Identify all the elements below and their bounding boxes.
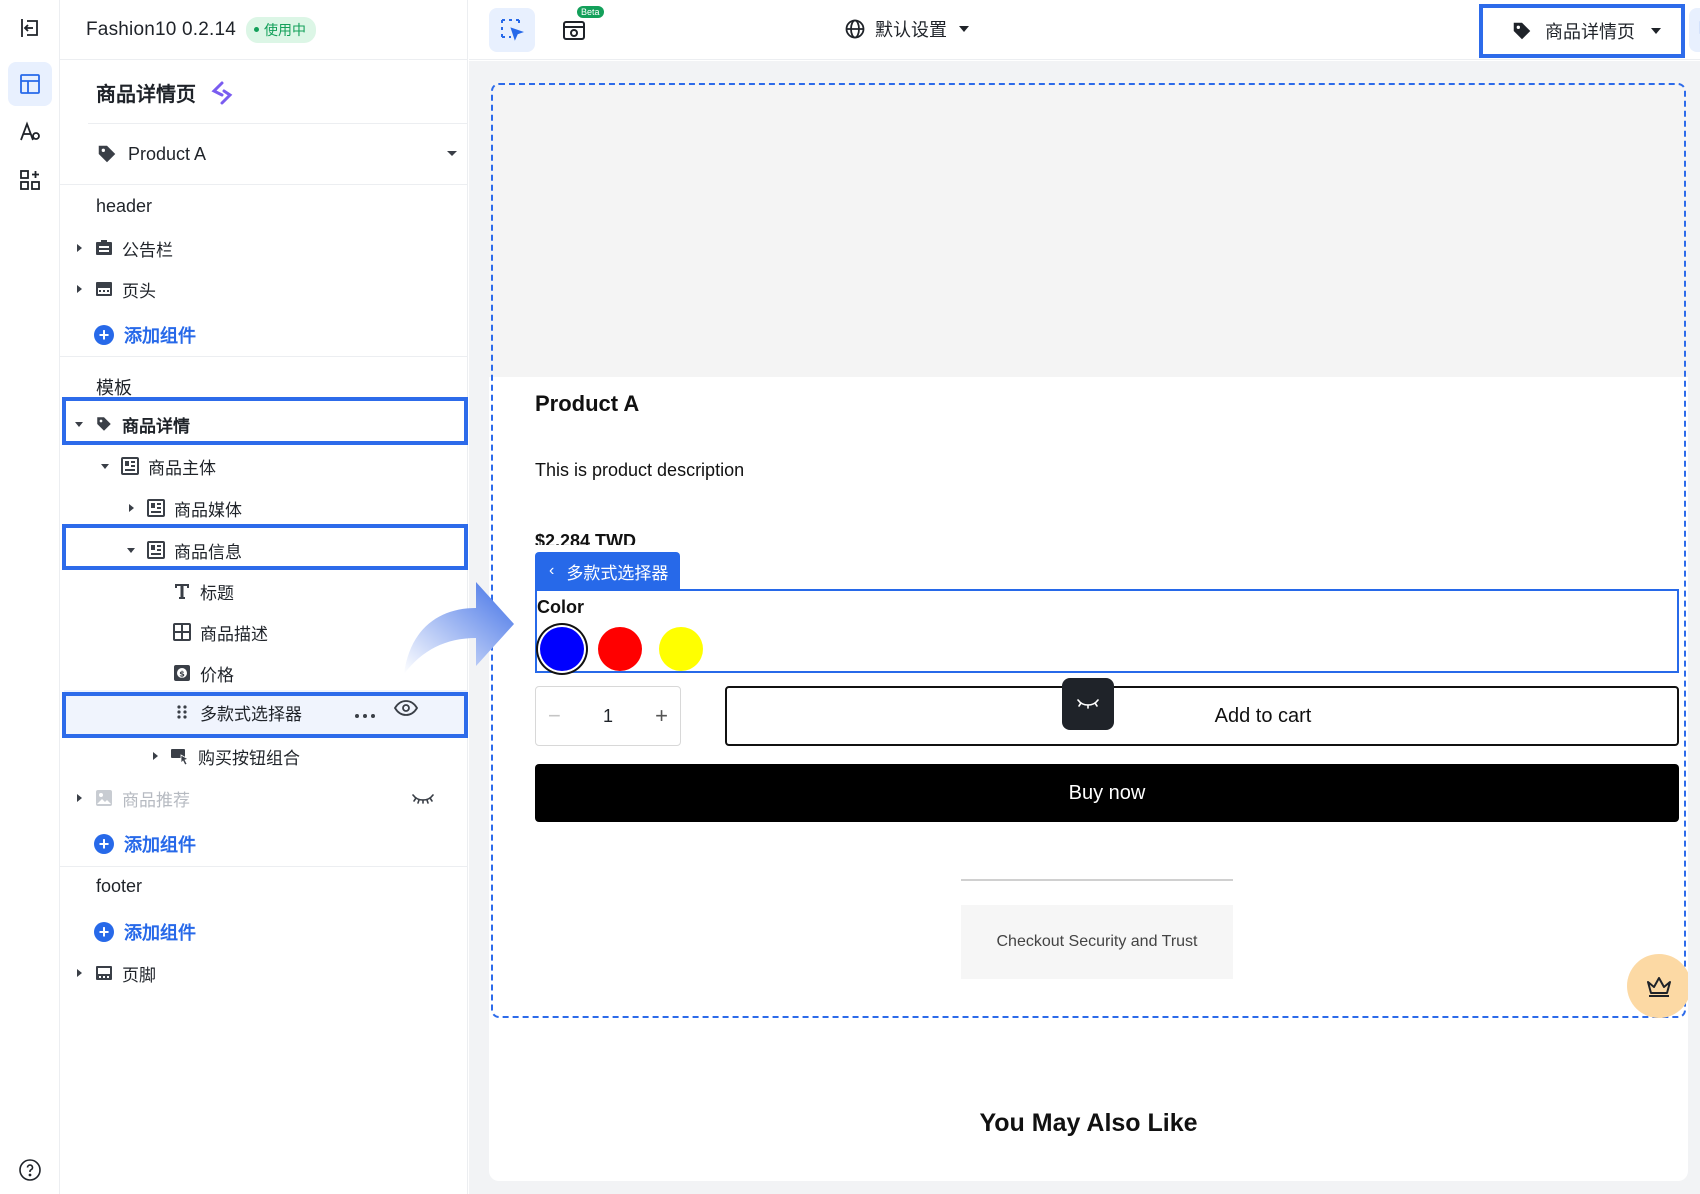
caret-down-icon (1651, 28, 1661, 34)
status-text: 使用中 (264, 21, 307, 38)
tree-item-product-main[interactable]: 商品主体 (98, 446, 216, 486)
tree-item-label: 公告栏 (122, 240, 173, 260)
footer-icon (94, 963, 114, 983)
tree-item-label: 商品描述 (200, 624, 268, 644)
theme-style-icon[interactable] (8, 110, 52, 154)
announcement-icon (94, 238, 114, 258)
exit-icon[interactable] (8, 6, 52, 50)
expand-icon[interactable] (72, 243, 86, 253)
caret-down-icon (447, 151, 457, 156)
svg-text:$: $ (179, 670, 185, 679)
expand-icon[interactable] (124, 503, 138, 513)
tree-item-product-media[interactable]: 商品媒体 (124, 488, 242, 528)
tree-item-label: 页头 (122, 281, 156, 301)
tree-item-description[interactable]: 商品描述 (164, 612, 268, 652)
add-component-label: 添加组件 (124, 835, 196, 855)
status-badge: 使用中 (246, 16, 317, 43)
image-icon (94, 788, 114, 808)
tree-item-label: 商品主体 (148, 458, 216, 478)
language-select[interactable]: 默认设置 (845, 16, 969, 42)
tree-item-title[interactable]: 标题 (164, 571, 234, 611)
tree-item-label: 页脚 (122, 965, 156, 985)
tree-item-label: 标题 (200, 583, 234, 603)
tree-item-label: 购买按钮组合 (198, 748, 300, 768)
preview-frame: Product A This is product description $2… (489, 81, 1688, 1181)
cursor-select-icon (501, 19, 524, 41)
header-icon (94, 279, 114, 299)
eye-closed-icon[interactable] (412, 790, 434, 810)
highlight-product-detail (62, 397, 468, 445)
annotation-arrow-icon (404, 582, 514, 674)
tree-item-label: 商品推荐 (122, 790, 190, 810)
app-name: Fashion10 0.2.14 (86, 18, 237, 40)
collapse-icon[interactable] (98, 463, 112, 470)
expand-icon[interactable] (72, 793, 86, 803)
expand-icon[interactable] (148, 751, 162, 761)
expand-icon[interactable] (72, 968, 86, 978)
caret-down-icon (959, 26, 969, 32)
highlight-product-info (62, 524, 468, 570)
tree-item-buy-buttons[interactable]: 购买按钮组合 (148, 736, 300, 776)
layout-icon (146, 498, 166, 518)
beta-badge: Beta (577, 6, 604, 18)
price-icon: $ (172, 663, 192, 683)
tree-item-announcement[interactable]: 公告栏 (72, 228, 173, 268)
crown-icon (1647, 977, 1671, 997)
add-component-label: 添加组件 (124, 326, 196, 346)
top-toolbar: Beta 默认设置 商品详情页 (469, 0, 1700, 60)
tree-item-recommend[interactable]: 商品推荐 (72, 778, 462, 818)
tag-icon (98, 145, 116, 163)
product-select[interactable]: Product A (96, 136, 466, 172)
upgrade-button[interactable] (1627, 954, 1688, 1018)
preview-icon (563, 21, 585, 40)
grid-icon (172, 622, 192, 642)
section-header-label: header (96, 196, 153, 216)
globe-icon (845, 19, 865, 39)
preview-button[interactable]: Beta (551, 6, 604, 52)
apps-icon[interactable] (8, 158, 52, 202)
tree-item-price[interactable]: $ 价格 (164, 653, 234, 693)
product-select-value: Product A (128, 143, 207, 164)
expand-icon[interactable] (72, 284, 86, 294)
help-icon[interactable] (18, 1158, 42, 1182)
app-header: Fashion10 0.2.14 使用中 (60, 0, 468, 60)
also-like-heading: You May Also Like (979, 1109, 1198, 1137)
page-select[interactable]: 商品详情页 (1479, 4, 1685, 58)
plus-circle-icon: + (94, 325, 114, 345)
desktop-view-button[interactable] (1689, 8, 1700, 52)
text-icon (172, 581, 192, 601)
section-selection-outline (491, 83, 1686, 1018)
section-footer-label: footer (96, 876, 143, 896)
tree-item-label: 价格 (200, 665, 234, 685)
page-title-text: 商品详情页 (96, 84, 196, 106)
tree-item-label: 商品媒体 (174, 500, 242, 520)
highlight-variant-selector (62, 692, 468, 738)
page-select-value: 商品详情页 (1545, 22, 1635, 42)
layout-panel-icon[interactable] (8, 62, 52, 106)
switch-page-icon[interactable] (208, 79, 236, 107)
tree-item-footer[interactable]: 页脚 (72, 953, 156, 993)
page-title: 商品详情页 (96, 78, 236, 107)
add-component-button[interactable]: + 添加组件 (32, 919, 196, 945)
layout-icon (120, 456, 140, 476)
tag-icon (1513, 22, 1531, 40)
select-mode-button[interactable] (489, 8, 535, 52)
buy-button-icon (170, 746, 190, 766)
tree-item-header[interactable]: 页头 (72, 269, 156, 309)
preview-canvas: Product A This is product description $2… (469, 61, 1700, 1194)
plus-circle-icon: + (94, 834, 114, 854)
plus-circle-icon: + (94, 922, 114, 942)
add-component-label: 添加组件 (124, 923, 196, 943)
language-select-value: 默认设置 (875, 20, 947, 40)
add-component-button[interactable]: + 添加组件 (32, 831, 196, 857)
icon-rail (0, 0, 60, 1194)
add-component-button[interactable]: + 添加组件 (32, 322, 196, 348)
